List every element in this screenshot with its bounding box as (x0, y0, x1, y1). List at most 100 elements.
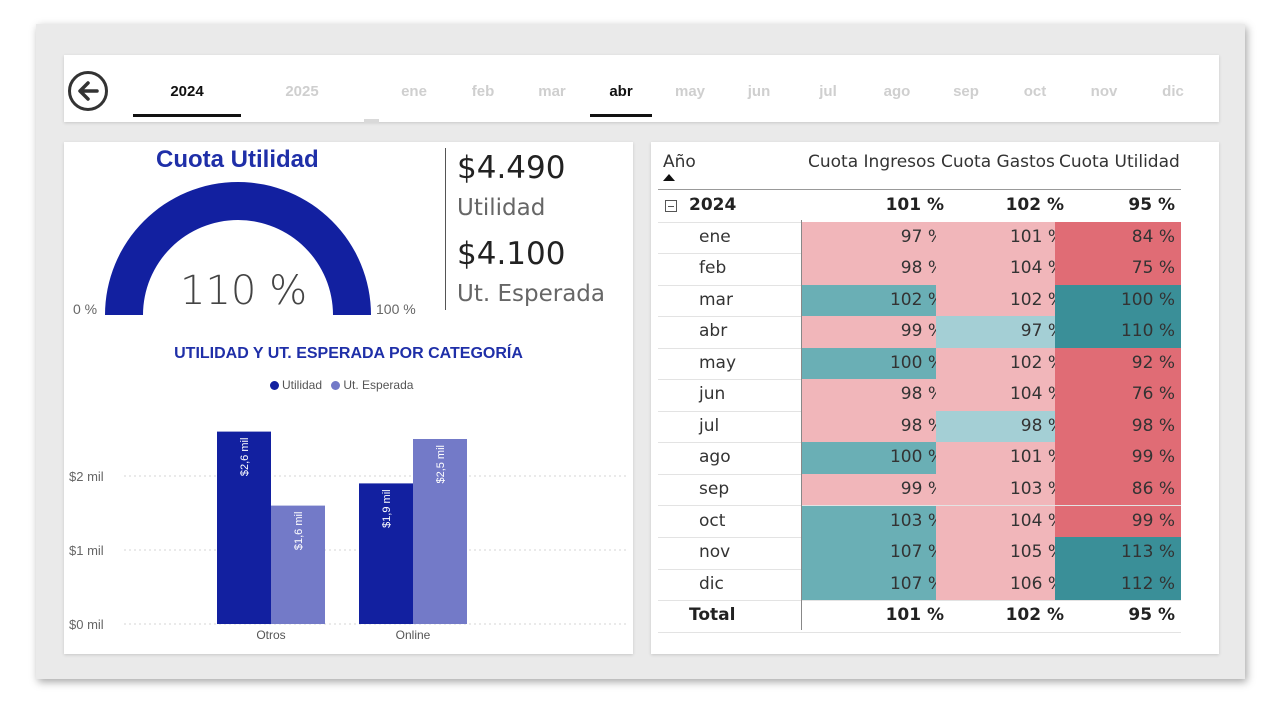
table-row[interactable]: dic 107 % 106 % 112 % (658, 568, 1181, 602)
table-row[interactable]: feb 98 % 104 % 75 % (658, 253, 1181, 286)
table-cell: 76 % (1055, 379, 1181, 411)
table-row[interactable]: jul 98 % 98 % 98 % (658, 410, 1181, 444)
table-cell: 75 % (1055, 253, 1181, 285)
table-cell: 95 % (1128, 195, 1175, 215)
row-label: may (699, 352, 737, 373)
total-row[interactable]: Total 101 % 102 % 95 % (658, 600, 1181, 633)
tab-month-dic[interactable]: dic (1142, 83, 1204, 100)
table-cell: 106 % (936, 568, 1070, 601)
table-cell: 102 % (802, 284, 950, 317)
tab-month-feb[interactable]: feb (452, 83, 514, 100)
row-label: jun (699, 384, 726, 405)
bar-chart: $0 mil $1 mil $2 mil $2,6 mil $1,6 mil Otros $… (69, 431, 626, 642)
tab-month-sep[interactable]: sep (935, 83, 997, 100)
table-row[interactable]: abr 99 % 97 % 110 % (658, 316, 1181, 349)
table-cell: 99 % (802, 316, 950, 348)
table-cell: 102 % (1005, 605, 1064, 626)
row-label: ago (699, 447, 731, 468)
tab-month-jun[interactable]: jun (728, 83, 790, 100)
table-cell: 112 % (1055, 568, 1181, 601)
table-row[interactable]: jun 98 % 104 % 76 % (658, 379, 1181, 412)
table-cell: 97 % (802, 221, 950, 254)
tab-month-abr[interactable]: abr (590, 83, 652, 100)
row-label: feb (699, 258, 727, 279)
tab-month-jul[interactable]: jul (797, 83, 859, 100)
table-cell: 98 % (1055, 410, 1181, 443)
row-label: Total (689, 605, 736, 626)
row-label: nov (699, 542, 731, 563)
table-cell: 104 % (936, 253, 1070, 285)
bar-data-label: $2,5 mil (435, 445, 447, 484)
x-tick-label: Otros (256, 628, 285, 642)
table-cell: 102 % (936, 347, 1070, 380)
table-cell: 101 % (885, 195, 944, 215)
x-tick-label: Online (396, 628, 431, 642)
bar-data-label: $2,6 mil (239, 438, 251, 477)
month-tab-underline (590, 114, 652, 117)
kpi-esperada-value: $4.100 (457, 236, 566, 272)
tab-month-ene[interactable]: ene (383, 83, 445, 100)
slicer-scrollbar[interactable] (364, 119, 379, 123)
bar-data-label: $1,9 mil (381, 489, 393, 528)
row-label: 2024 (689, 195, 737, 215)
col-header-cuota-utilidad[interactable]: Cuota Utilidad (1059, 152, 1180, 172)
table-cell: 103 % (936, 473, 1070, 506)
tab-month-may[interactable]: may (659, 83, 721, 100)
table-cell: 98 % (936, 410, 1070, 443)
y-tick-label: $1 mil (69, 543, 104, 558)
table-cell: 99 % (1055, 442, 1181, 474)
row-label: abr (699, 321, 728, 342)
table-cell: 99 % (1055, 505, 1181, 537)
row-label: mar (699, 289, 733, 310)
kpi-esperada-label: Ut. Esperada (457, 281, 605, 307)
table-cell: 104 % (936, 505, 1070, 537)
back-button[interactable] (68, 71, 108, 111)
y-tick-label: $0 mil (69, 617, 104, 632)
col-header-cuota-ingresos[interactable]: Cuota Ingresos (808, 152, 935, 172)
table-row[interactable]: sep 99 % 103 % 86 % (658, 473, 1181, 507)
column-separator (801, 220, 802, 630)
tab-month-mar[interactable]: mar (521, 83, 583, 100)
table-row[interactable]: nov 107 % 105 % 113 % (658, 537, 1181, 570)
group-row-2024[interactable]: 2024 101 % 102 % 95 % (658, 190, 1181, 223)
tab-month-ago[interactable]: ago (866, 83, 928, 100)
table-cell: 103 % (802, 505, 950, 537)
table-cell: 97 % (936, 316, 1070, 348)
col-header-anio[interactable]: Año (663, 152, 696, 172)
table-cell: 98 % (802, 410, 950, 443)
table-cell: 99 % (802, 473, 950, 506)
table-row[interactable]: ago 100 % 101 % 99 % (658, 442, 1181, 475)
table-cell: 107 % (802, 568, 950, 601)
gauge-value: 110 % (180, 268, 308, 314)
row-label: jul (699, 415, 720, 436)
table-cell: 92 % (1055, 347, 1181, 380)
legend-dot-icon (331, 381, 341, 390)
bar-chart-title: UTILIDAD Y UT. ESPERADA POR CATEGORÍA (174, 345, 523, 362)
table-cell: 95 % (1128, 605, 1175, 626)
table-cell: 101 % (885, 605, 944, 626)
gauge-max-label: 100 % (376, 301, 416, 317)
row-label: oct (699, 510, 726, 531)
legend-item-utilidad[interactable]: Utilidad (270, 378, 322, 392)
tab-year-2024[interactable]: 2024 (133, 83, 241, 100)
legend-item-esperada[interactable]: Ut. Esperada (331, 378, 413, 392)
table-cell: 100 % (1055, 284, 1181, 317)
table-row[interactable]: may 100 % 102 % 92 % (658, 347, 1181, 381)
table-cell: 102 % (1005, 195, 1064, 215)
kpi-utilidad-label: Utilidad (457, 195, 546, 221)
table-cell: 110 % (1055, 316, 1181, 348)
table-row[interactable]: oct 103 % 104 % 99 % (658, 505, 1181, 538)
table-cell: 98 % (802, 253, 950, 285)
table-row[interactable]: mar 102 % 102 % 100 % (658, 284, 1181, 318)
table-row[interactable]: ene 97 % 101 % 84 % (658, 221, 1181, 255)
table-cell: 100 % (802, 347, 950, 380)
col-header-cuota-gastos[interactable]: Cuota Gastos (941, 152, 1055, 172)
tab-month-oct[interactable]: oct (1004, 83, 1066, 100)
tab-year-2025[interactable]: 2025 (248, 83, 356, 100)
tab-month-nov[interactable]: nov (1073, 83, 1135, 100)
table-cell: 102 % (936, 284, 1070, 317)
table-cell: 86 % (1055, 473, 1181, 506)
chart-legend: Utilidad Ut. Esperada (270, 378, 419, 392)
arrow-left-icon (78, 81, 99, 101)
sort-ascending-icon[interactable] (663, 174, 675, 181)
